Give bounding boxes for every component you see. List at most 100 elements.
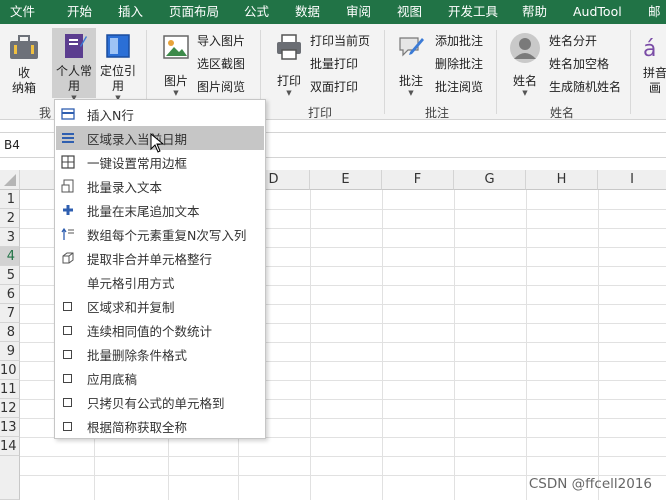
pinyin-button[interactable]: á 拼音 画 [640,32,666,96]
ribbon-separator [384,30,385,114]
person-icon [510,33,540,63]
column-header-g[interactable]: G [454,170,526,190]
menu-item-insert-n-rows[interactable]: 插入N行 [56,102,264,126]
row-header[interactable]: 14 [0,437,20,456]
personal-common-button[interactable]: 个人常 用 ▼ [52,28,96,102]
name-add-space-button[interactable]: 姓名加空格 [549,56,609,72]
repeat-icon [61,227,75,241]
row-header-selected[interactable]: 4 [0,247,20,266]
row-header[interactable]: 5 [0,266,20,285]
add-note-button[interactable]: 添加批注 [435,33,483,49]
row-header[interactable]: 6 [0,285,20,304]
menu-item-copy-formula-cells[interactable]: 只拷贝有公式的单元格到 [56,390,264,414]
tab-file[interactable]: 文件 [10,0,35,24]
watermark-text: CSDN @ffcell2016 [528,476,652,492]
column-header-f[interactable]: F [382,170,454,190]
menu-item-set-common-border[interactable]: 一键设置常用边框 [56,150,264,174]
menu-item-delete-conditional-formats[interactable]: 批量删除条件格式 [56,342,264,366]
select-screenshot-button[interactable]: 选区截图 [197,56,245,72]
chevron-down-icon: ▼ [173,89,179,97]
checkbox-icon [63,325,72,335]
menu-item-sum-and-copy[interactable]: 区域求和并复制 [56,294,264,318]
pinyin-icon: á [643,37,656,62]
column-header-e[interactable]: E [310,170,382,190]
row-header[interactable]: 12 [0,399,20,418]
group-label-name: 姓名 [550,106,575,120]
row-header[interactable]: 2 [0,209,20,228]
list-lines-icon [61,131,75,145]
tab-mail[interactable]: 邮 [648,0,661,24]
note-browse-button[interactable]: 批注阅览 [435,79,483,95]
duplex-print-button[interactable]: 双面打印 [310,79,358,95]
group-label-annotate: 批注 [425,106,450,120]
tab-data[interactable]: 数据 [295,0,320,24]
print-button[interactable]: 打印 ▼ [270,32,308,97]
select-all-corner[interactable] [0,170,20,190]
batch-print-button[interactable]: 批量打印 [310,56,358,72]
mouse-cursor-icon [150,133,164,153]
row-header[interactable]: 3 [0,228,20,247]
row-header[interactable]: 13 [0,418,20,437]
row-header[interactable]: 11 [0,380,20,399]
import-picture-button[interactable]: 导入图片 [197,33,245,49]
printer-icon [277,34,301,60]
locate-reference-button[interactable]: 定位引 用 ▼ [98,32,138,102]
corner-triangle-icon [4,174,16,186]
name-button[interactable]: 姓名 ▼ [506,32,544,97]
checkbox-icon [63,373,72,383]
name-box[interactable]: B4 [4,138,20,152]
group-label-print: 打印 [308,106,333,120]
tab-insert[interactable]: 插入 [118,0,143,24]
checkbox-icon [63,397,72,407]
menu-item-repeat-array-elements[interactable]: 数组每个元素重复N次写入列 [56,222,264,246]
checkbox-icon [63,349,72,359]
column-header-i[interactable]: I [598,170,666,190]
ribbon-separator [496,30,497,114]
print-current-page-button[interactable]: 打印当前页 [310,33,370,49]
row-header[interactable]: 8 [0,323,20,342]
menu-item-batch-enter-text[interactable]: 批量录入文本 [56,174,264,198]
tab-home[interactable]: 开始 [67,0,92,24]
row-header[interactable]: 9 [0,342,20,361]
menu-item-extract-unmerged-rows[interactable]: 提取非合并单元格整行 [56,246,264,270]
random-name-button[interactable]: 生成随机姓名 [549,79,621,95]
tab-audtool[interactable]: AudTool [573,0,622,24]
tab-developer[interactable]: 开发工具 [448,0,498,24]
picture-icon [163,35,189,59]
tab-review[interactable]: 审阅 [346,0,371,24]
chevron-down-icon: ▼ [286,89,292,97]
toolbox-button[interactable]: 收 纳箱 [6,32,42,96]
tab-page-layout[interactable]: 页面布局 [169,0,219,24]
chevron-down-icon: ▼ [408,89,414,97]
menu-item-get-full-name[interactable]: 根据简称获取全称 [56,414,264,438]
tab-formulas[interactable]: 公式 [244,0,269,24]
cube-icon [61,251,75,265]
menu-item-append-text[interactable]: 批量在末尾追加文本 [56,198,264,222]
picture-button[interactable]: 图片 ▼ [156,32,196,97]
column-header-h[interactable]: H [526,170,598,190]
row-header[interactable]: 10 [0,361,20,380]
tab-view[interactable]: 视图 [397,0,422,24]
toolbox-icon [10,35,38,59]
plus-icon [61,203,75,217]
menu-item-apply-template[interactable]: 应用底稿 [56,366,264,390]
chevron-down-icon: ▼ [522,89,528,97]
checkbox-icon [63,301,72,311]
locate-icon [106,34,130,58]
row-header[interactable]: 7 [0,304,20,323]
text-doc-icon [61,179,75,193]
ribbon-separator [630,30,631,114]
pen-comment-icon [399,37,424,57]
menu-tab-bar: 文件 开始 插入 页面布局 公式 数据 审阅 视图 开发工具 帮助 AudToo… [0,0,666,24]
split-name-button[interactable]: 姓名分开 [549,33,597,49]
delete-note-button[interactable]: 删除批注 [435,56,483,72]
tab-help[interactable]: 帮助 [522,0,547,24]
menu-item-cell-reference-mode[interactable]: 单元格引用方式 [56,270,264,294]
picture-browse-button[interactable]: 图片阅览 [197,79,245,95]
svg-text:á: á [643,37,656,62]
insert-rows-icon [61,107,75,121]
annotate-button[interactable]: 批注 ▼ [392,32,430,97]
row-header[interactable]: 1 [0,190,20,209]
menu-item-count-consecutive-values[interactable]: 连续相同值的个数统计 [56,318,264,342]
row-header[interactable] [0,456,20,500]
